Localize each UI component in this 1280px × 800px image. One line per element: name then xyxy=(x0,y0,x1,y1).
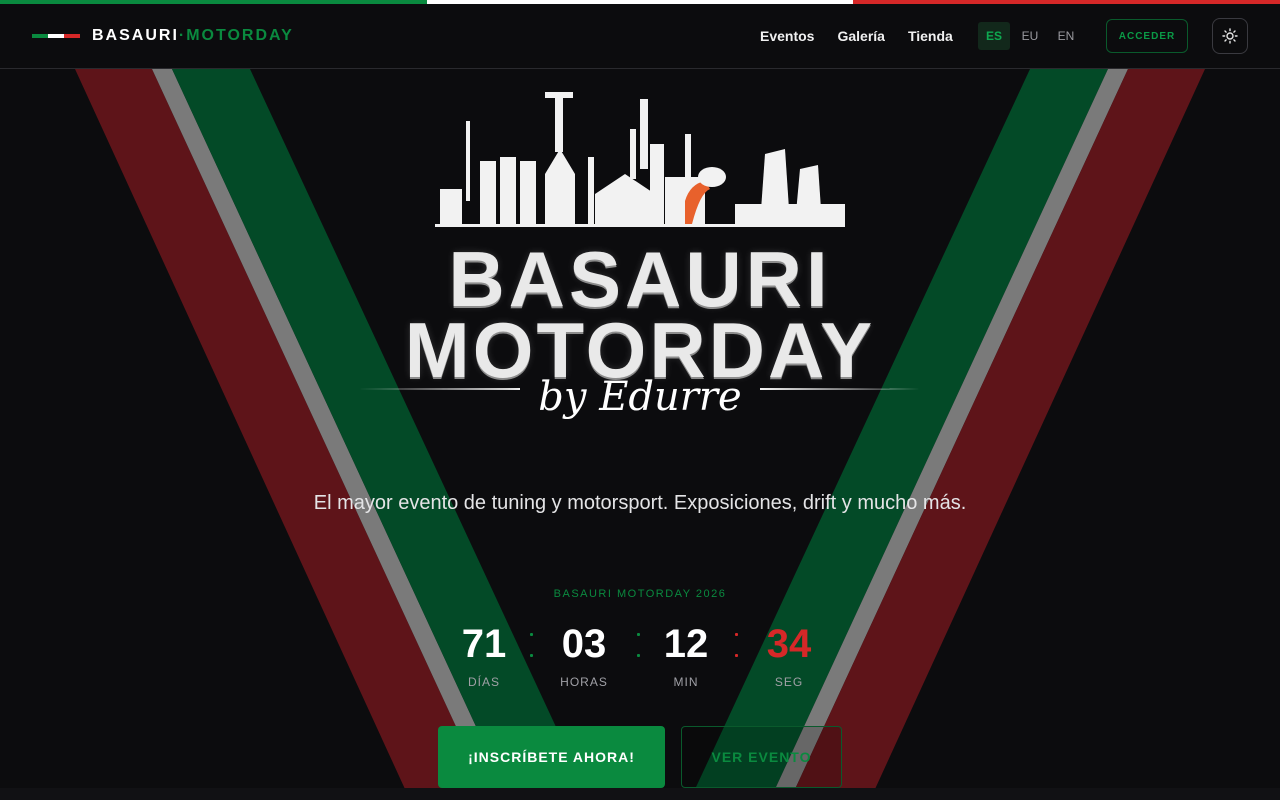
countdown-hours-label: HORAS xyxy=(560,675,608,689)
countdown-days: 71 DÍAS xyxy=(444,621,524,689)
countdown-hours-value: 03 xyxy=(561,622,607,666)
brand-name-part1: BASAURI xyxy=(92,27,179,44)
brand-name-part2: MOTORDAY xyxy=(186,27,294,44)
language-switcher: ES EU EN xyxy=(978,22,1082,50)
nav-item-tienda[interactable]: Tienda xyxy=(908,28,953,44)
countdown-separator xyxy=(733,633,739,657)
register-button[interactable]: ¡INSCRÍBETE AHORA! xyxy=(438,726,665,788)
countdown-seconds: 34 SEG xyxy=(749,621,829,689)
brand-name: BASAURI·MOTORDAY xyxy=(92,27,294,45)
countdown-hours: 03 HORAS xyxy=(544,621,624,689)
countdown-minutes-value: 12 xyxy=(663,622,709,666)
countdown-seconds-value: 34 xyxy=(766,622,812,666)
logo-signature: by Edurre xyxy=(538,374,742,420)
nav-item-galeria[interactable]: Galería xyxy=(837,28,884,44)
event-logo: BASAURI MOTORDAY by Edurre xyxy=(340,89,940,429)
brand-logo[interactable]: BASAURI·MOTORDAY xyxy=(32,4,294,68)
industrial-skyline-icon xyxy=(435,92,845,227)
view-event-button[interactable]: VER EVENTO xyxy=(681,726,842,788)
countdown-seconds-label: SEG xyxy=(774,675,804,689)
main-nav: Eventos Galería Tienda xyxy=(760,4,953,68)
countdown-minutes: 12 MIN xyxy=(646,621,726,689)
theme-toggle-button[interactable] xyxy=(1212,18,1248,54)
navbar: BASAURI·MOTORDAY Eventos Galería Tienda … xyxy=(0,4,1280,69)
countdown-separator xyxy=(528,633,534,657)
countdown-separator xyxy=(635,633,641,657)
countdown-timer: 71 DÍAS 03 HORAS 12 MIN 34 SEG xyxy=(440,621,840,691)
section-edge xyxy=(0,788,1280,800)
lang-eu[interactable]: EU xyxy=(1014,22,1046,50)
event-label: BASAURI MOTORDAY 2026 xyxy=(553,588,727,600)
nav-item-eventos[interactable]: Eventos xyxy=(760,28,814,44)
login-button[interactable]: ACCEDER xyxy=(1106,19,1188,53)
lang-es[interactable]: ES xyxy=(978,22,1010,50)
flag-icon xyxy=(32,34,80,38)
sun-icon xyxy=(1222,28,1238,44)
hero-section: BASAURI MOTORDAY by Edurre El mayor even… xyxy=(0,69,1280,800)
countdown-days-value: 71 xyxy=(461,622,507,666)
hero-tagline: El mayor evento de tuning y motorsport. … xyxy=(313,492,967,514)
countdown-minutes-label: MIN xyxy=(673,675,699,689)
lang-en[interactable]: EN xyxy=(1050,22,1082,50)
countdown-days-label: DÍAS xyxy=(467,675,500,689)
